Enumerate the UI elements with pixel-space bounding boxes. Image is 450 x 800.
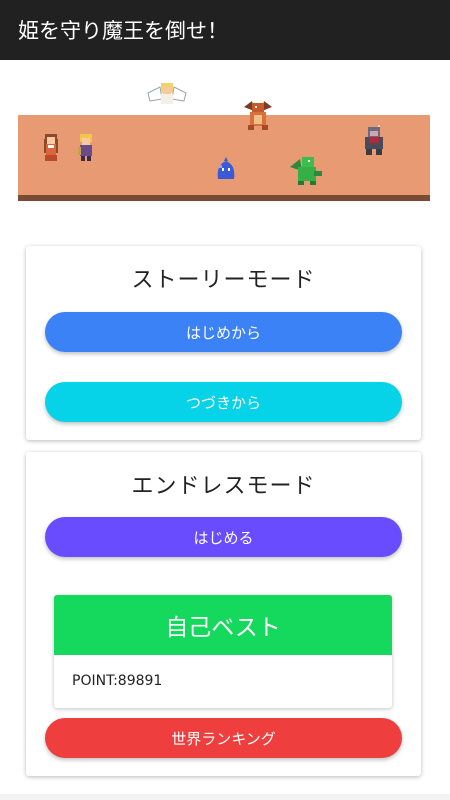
hero-sprite xyxy=(78,134,92,161)
app-bar: 姫を守り魔王を倒せ！ xyxy=(0,0,450,60)
bottom-divider xyxy=(0,794,450,800)
ground-edge xyxy=(18,195,430,201)
endless-start-button[interactable]: はじめる xyxy=(45,517,402,557)
game-scene xyxy=(18,83,430,201)
blue-slime-sprite xyxy=(217,157,235,179)
world-ranking-button[interactable]: 世界ランキング xyxy=(45,718,402,758)
story-mode-card: ストーリーモード はじめから つづきから xyxy=(26,246,421,440)
start-from-beginning-button[interactable]: はじめから xyxy=(45,312,402,352)
app-title: 姫を守り魔王を倒せ！ xyxy=(18,19,228,43)
green-dragon-sprite xyxy=(290,157,322,185)
demon-king-sprite xyxy=(365,125,383,155)
endless-mode-title: エンドレスモード xyxy=(131,474,316,499)
story-mode-title: ストーリーモード xyxy=(131,268,316,293)
personal-best-panel: 自己ベスト POINT:89891 xyxy=(54,595,392,708)
red-dragon-sprite xyxy=(244,101,272,130)
personal-best-points: POINT:89891 xyxy=(72,673,163,689)
continue-button[interactable]: つづきから xyxy=(45,382,402,422)
angel-sprite xyxy=(147,83,187,104)
princess-sprite xyxy=(44,134,58,161)
personal-best-heading: 自己ベスト xyxy=(54,595,392,655)
endless-mode-card: エンドレスモード はじめる 自己ベスト POINT:89891 世界ランキング xyxy=(26,452,421,776)
